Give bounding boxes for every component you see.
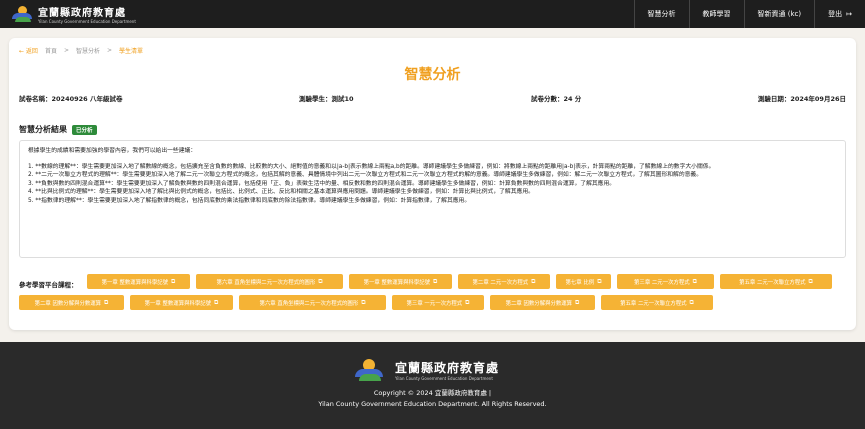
copyright-line-1: Copyright © 2024 宜蘭縣政府教育處 | [373, 389, 492, 397]
course-button[interactable]: 第三章 二元一次方程式 ⧉ [617, 274, 714, 289]
logout-icon: ↦ [846, 10, 852, 18]
test-date: 測驗日期：2024年09月26日 [757, 95, 846, 103]
breadcrumb-separator: > [107, 47, 113, 54]
logout-label: 登出 [828, 10, 843, 18]
footer-logo: 宜蘭縣政府教育處 Yilan County Government Educati… [355, 358, 499, 382]
nav-teacher-learning[interactable]: 教師學習 [688, 0, 744, 28]
copyright-text: Copyright © 2024 宜蘭縣政府教育處 | Yilan County… [0, 388, 865, 410]
analysis-card: ← 返回 首頁 > 智慧分析 > 學生清單 智慧分析 試卷名稱：20240926… [9, 38, 856, 330]
breadcrumb-separator: > [63, 47, 69, 54]
nav-smart-analysis[interactable]: 智慧分析 [633, 0, 689, 28]
analysis-item: 4. **比與比例式的理解**：學生需要更加深入地了解比與比例式的概念，包括比、… [28, 189, 534, 196]
reference-label: 參考學習平台課程： [19, 281, 78, 289]
external-link-icon: ⧉ [692, 277, 697, 285]
logout-button[interactable]: 登出 ↦ [814, 0, 865, 28]
analysis-item: 2. **二元一次聯立方程式的理解**：學生需要更加深入地了解二元一次聯立方程式… [28, 172, 703, 179]
course-button[interactable]: 第六章 直角坐標與二元一次方程式的圖形 ⧉ [239, 295, 386, 310]
external-link-icon: ⧉ [689, 298, 694, 306]
course-button[interactable]: 第二章 因數分解與分數運算 ⧉ [490, 295, 595, 310]
course-button[interactable]: 第二章 因數分解與分數運算 ⧉ [19, 295, 124, 310]
analysis-textbox[interactable]: 根據學生的成績和需要加強的學習內容，我們可以給出一些建議： 1. **數線的理解… [19, 140, 846, 258]
nav-user-account[interactable]: 智新資通 (kc) [743, 0, 815, 28]
breadcrumb-smart-analysis[interactable]: 智慧分析 [76, 46, 100, 55]
course-button[interactable]: 第五章 二元一次聯立方程式 ⧉ [601, 295, 713, 310]
course-button[interactable]: 第一章 整數運算與科學記號 ⧉ [87, 274, 190, 289]
breadcrumb-home[interactable]: 首頁 [45, 46, 57, 55]
course-button[interactable]: 第五章 二元一次聯立方程式 ⧉ [720, 274, 832, 289]
site-logo[interactable]: 宜蘭縣政府教育處 Yilan County Government Educati… [12, 4, 136, 24]
external-link-icon: ⧉ [104, 298, 109, 306]
external-link-icon: ⧉ [361, 298, 366, 306]
top-navbar: 宜蘭縣政府教育處 Yilan County Government Educati… [0, 0, 865, 28]
footer-logo-subtitle: Yilan County Government Education Depart… [395, 376, 493, 381]
course-button[interactable]: 第一章 整數運算與科學記號 ⧉ [349, 274, 452, 289]
logo-icon [12, 5, 32, 23]
external-link-icon: ⧉ [575, 298, 580, 306]
course-button[interactable]: 第二章 二元一次方程式 ⧉ [458, 274, 550, 289]
analysis-item: 3. **負數與數的四則混合運算**：學生需要更加深入了解負數與數的四則混合運算… [28, 180, 616, 187]
logo-subtitle: Yilan County Government Education Depart… [38, 19, 136, 24]
external-link-icon: ⧉ [171, 277, 176, 285]
course-button[interactable]: 第七章 比例 ⧉ [556, 274, 611, 289]
external-link-icon: ⧉ [433, 277, 438, 285]
footer-logo-title: 宜蘭縣政府教育處 [395, 361, 500, 375]
footer: 宜蘭縣政府教育處 Yilan County Government Educati… [0, 342, 865, 429]
breadcrumb: ← 返回 首頁 > 智慧分析 > 學生清單 [19, 46, 150, 55]
external-link-icon: ⧉ [808, 277, 813, 285]
external-link-icon: ⧉ [531, 277, 536, 285]
breadcrumb-student-list[interactable]: 學生清單 [119, 46, 143, 55]
external-link-icon: ⧉ [214, 298, 219, 306]
analysis-item: 5. **指數律的理解**：學生需要更加深入地了解指數律的概念，包括同底數的乘法… [28, 197, 471, 204]
course-button[interactable]: 第三章 一元一次方程式 ⧉ [392, 295, 484, 310]
analysis-heading: 智慧分析結果 已分析 [19, 124, 97, 135]
main-nav: 智慧分析 教師學習 智新資通 (kc) 登出 ↦ [633, 0, 865, 28]
external-link-icon: ⧉ [465, 298, 470, 306]
back-link[interactable]: ← 返回 [19, 46, 38, 55]
course-button[interactable]: 第一章 整數運算與科學記號 ⧉ [130, 295, 233, 310]
test-student: 測驗學生：測試10 [299, 95, 354, 103]
external-link-icon: ⧉ [597, 277, 602, 285]
copyright-line-2: Yilan County Government Education Depart… [318, 400, 547, 408]
exam-score: 試卷分數：24 分 [531, 95, 582, 103]
analysis-item: 1. **數線的理解**：學生需要更加深入地了解數線的概念，包括擴充至含負數的數… [28, 163, 715, 170]
analysis-heading-text: 智慧分析結果 [19, 125, 67, 134]
page-title: 智慧分析 [404, 67, 461, 83]
exam-name: 試卷名稱：20240926 八年級試卷 [19, 95, 123, 103]
status-badge: 已分析 [72, 124, 97, 135]
external-link-icon: ⧉ [318, 277, 323, 285]
logo-title: 宜蘭縣政府教育處 [38, 8, 126, 19]
logo-icon [355, 358, 383, 382]
course-button[interactable]: 第六章 直角坐標與二元一次方程式的圖形 ⧉ [196, 274, 343, 289]
analysis-intro: 根據學生的成績和需要加強的學習內容，我們可以給出一些建議： [28, 148, 197, 154]
